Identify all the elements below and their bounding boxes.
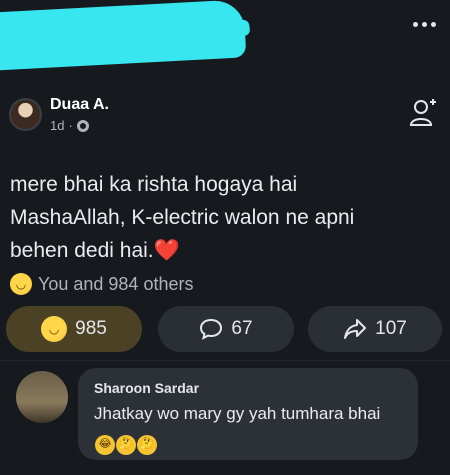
comment-count: 67 [231,318,253,339]
comment-bubble[interactable]: Sharoon Sardar Jhatkay wo mary gy yah tu… [78,368,418,460]
section-divider [0,360,450,361]
post-text-line: behen dedi hai.❤️ [10,234,430,267]
meta-separator: · [68,118,73,133]
more-dot-icon [412,21,418,27]
post-meta: 1d · [50,118,109,133]
globe-icon [76,119,89,132]
more-options-button[interactable] [410,14,438,34]
post-text-line: MashaAllah, K-electric walon ne apni [10,206,355,229]
share-count: 107 [375,318,407,339]
react-count: 985 [75,318,107,339]
share-button[interactable]: 107 [308,306,442,352]
author-name[interactable]: Duaa A. [50,96,109,114]
thinking-emoji: 🤔 [116,434,136,455]
comment-text-body: Jhatkay wo mary gy yah tumhara bhai [94,404,381,423]
react-button[interactable]: ◡ 985 [6,306,142,352]
comment-button[interactable]: 67 [158,306,294,352]
author-info: Duaa A. 1d · [50,96,109,133]
laugh-emoji-icon: ◡ [10,273,32,295]
more-dot-icon [421,21,427,27]
more-dot-icon [430,21,436,27]
action-bar: ◡ 985 67 107 [6,306,444,354]
add-friend-icon[interactable] [410,98,436,126]
crying-laughing-emoji: 😂 [95,434,115,455]
comment-icon [200,318,223,340]
commenter-avatar[interactable] [16,371,68,423]
post-time[interactable]: 1d [50,118,64,133]
heart-emoji: ❤️ [153,239,180,262]
commenter-name[interactable]: Sharoon Sardar [94,380,199,396]
author-avatar[interactable] [9,98,42,131]
reaction-summary[interactable]: ◡ You and 984 others [10,273,193,295]
thinking-emoji: 🤔 [137,434,157,455]
share-icon [344,319,367,339]
post-header: Duaa A. 1d · [9,96,109,133]
reaction-summary-text: You and 984 others [38,273,194,294]
post-text-line-end: behen dedi hai. [10,239,154,262]
post-text-line: mere bhai ka rishta hogaya hai [10,173,298,196]
post-body: mere bhai ka rishta hogaya hai MashaAlla… [10,168,430,267]
laugh-emoji-icon: ◡ [41,316,68,342]
comment-text: Jhatkay wo mary gy yah tumhara bhai 😂 🤔 🤔 [94,401,406,455]
